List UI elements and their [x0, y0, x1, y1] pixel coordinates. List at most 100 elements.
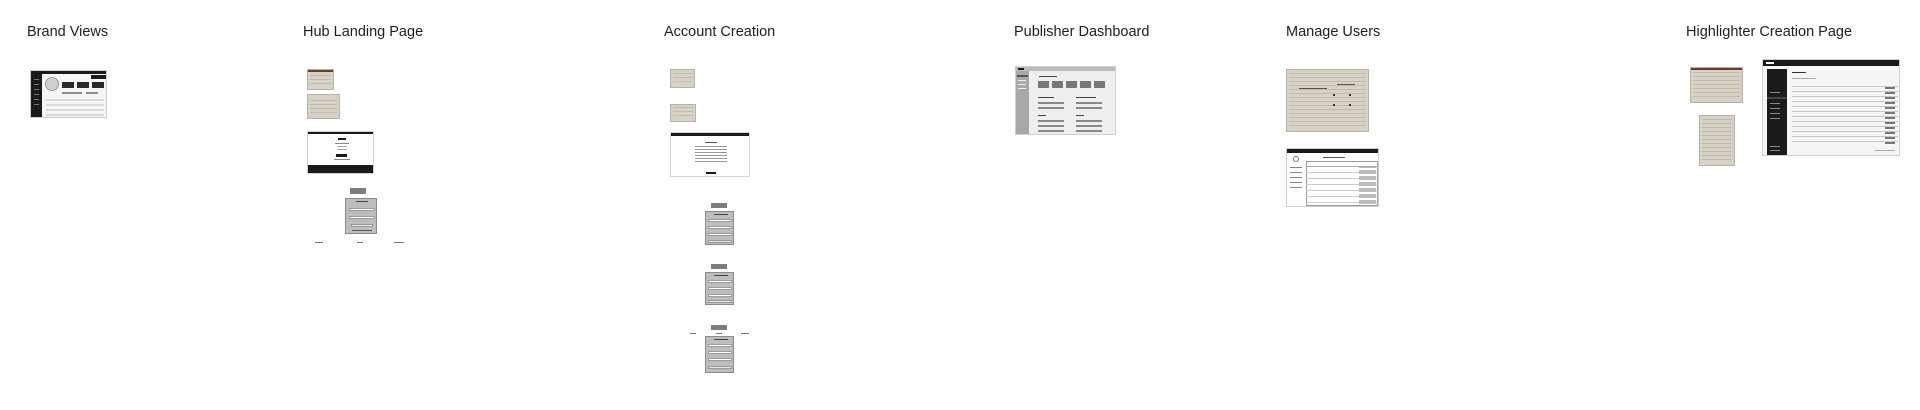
sidebar-item[interactable]	[1770, 92, 1780, 93]
login-form-frame[interactable]	[345, 198, 377, 234]
hero-text	[337, 149, 347, 150]
brand-dashboard-frame[interactable]	[30, 70, 107, 118]
flow-label	[711, 325, 727, 330]
sidebar-item[interactable]	[1290, 177, 1302, 178]
stat-tile	[1052, 81, 1063, 88]
flow-label	[711, 264, 727, 269]
landing-sketch-thumbnail[interactable]	[307, 69, 334, 90]
row-action-icons[interactable]	[1885, 84, 1895, 144]
input-field[interactable]	[708, 233, 732, 236]
sidebar-item	[34, 104, 39, 105]
sketch-border	[1691, 68, 1742, 70]
flow-note	[716, 333, 722, 334]
step-title	[714, 275, 728, 276]
input-field[interactable]	[349, 208, 375, 211]
list-row	[1038, 130, 1064, 132]
breadcrumb	[1792, 78, 1816, 79]
sidebar-footer-item[interactable]	[1770, 150, 1780, 151]
landing-sketch-thumbnail[interactable]	[307, 94, 340, 119]
step-title	[714, 339, 728, 340]
input-field[interactable]	[349, 216, 375, 219]
sidebar-item[interactable]	[1290, 172, 1302, 173]
section-title: Brand Views	[27, 24, 109, 40]
signup-step-frame[interactable]	[705, 336, 734, 373]
sidebar-item[interactable]	[1018, 88, 1026, 89]
input-field[interactable]	[708, 351, 732, 354]
sidebar-item[interactable]	[1770, 113, 1780, 114]
sketch-mark	[1333, 104, 1335, 106]
sketch-mark	[1349, 104, 1351, 106]
input-field[interactable]	[708, 287, 732, 290]
section-title: Account Creation	[664, 24, 776, 40]
flow-label	[350, 188, 366, 194]
submit-button[interactable]	[708, 366, 732, 369]
list-row	[1076, 130, 1102, 132]
signup-button[interactable]	[706, 172, 716, 174]
top-nav	[308, 132, 373, 134]
stat-card	[92, 82, 104, 88]
signup-step-frame[interactable]	[705, 272, 734, 305]
sidebar-item[interactable]	[1770, 103, 1780, 104]
sidebar-item-active[interactable]	[1767, 97, 1787, 99]
footer	[308, 165, 373, 173]
manage-users-frame[interactable]	[1286, 148, 1379, 207]
highlighter-sketch-thumbnail[interactable]	[1690, 67, 1743, 103]
next-button[interactable]	[708, 300, 732, 303]
submit-button[interactable]	[351, 224, 373, 227]
form-link	[352, 230, 372, 231]
list-row	[1038, 102, 1064, 104]
landing-page-frame[interactable]	[307, 131, 374, 174]
sidebar-item[interactable]	[1770, 118, 1780, 119]
stat-tile	[1038, 81, 1049, 88]
table-row	[46, 109, 104, 111]
sidebar-item[interactable]	[1290, 187, 1302, 188]
highlighter-sketch-thumbnail[interactable]	[1699, 115, 1735, 166]
login-flow-group	[315, 188, 405, 246]
section-title: Hub Landing Page	[303, 24, 424, 40]
list-row	[1076, 125, 1102, 127]
sidebar-item[interactable]	[1290, 182, 1302, 183]
row-action-buttons[interactable]	[1359, 167, 1376, 204]
publisher-dashboard-frame[interactable]	[1015, 66, 1116, 135]
sidebar-item	[34, 79, 39, 80]
signup-sketch-thumbnail[interactable]	[670, 104, 696, 122]
logo	[338, 138, 346, 140]
input-field[interactable]	[708, 219, 732, 222]
cta-button[interactable]	[336, 154, 347, 157]
signup-page-frame[interactable]	[670, 132, 750, 177]
manage-users-sketch[interactable]	[1286, 69, 1369, 132]
panel-heading	[1076, 115, 1084, 116]
sidebar-item[interactable]	[1770, 108, 1780, 109]
input-field[interactable]	[708, 226, 732, 229]
pagination[interactable]	[1875, 150, 1895, 151]
input-field[interactable]	[708, 344, 732, 347]
sidebar-item[interactable]	[1018, 80, 1026, 81]
table-row	[46, 99, 104, 101]
next-button[interactable]	[708, 240, 732, 243]
sidebar-item[interactable]	[1018, 84, 1026, 85]
sidebar-item-active[interactable]	[1017, 75, 1028, 77]
list-row	[1076, 120, 1102, 122]
signup-step-frame[interactable]	[705, 211, 734, 245]
form-title	[356, 201, 368, 202]
avatar	[45, 77, 59, 91]
list-row	[1038, 107, 1064, 109]
list-row	[1038, 125, 1064, 127]
flow-note	[357, 242, 363, 243]
top-nav	[1287, 149, 1378, 153]
sidebar-item[interactable]	[1290, 167, 1302, 168]
input-field[interactable]	[708, 294, 732, 297]
sketch-mark	[1333, 94, 1335, 96]
input-field[interactable]	[708, 280, 732, 283]
highlighter-page-frame[interactable]	[1762, 59, 1900, 156]
input-field[interactable]	[708, 358, 732, 361]
form-field	[695, 158, 727, 159]
list-row	[1076, 102, 1102, 104]
sketch-mark	[1299, 88, 1327, 89]
sidebar-footer-item[interactable]	[1770, 146, 1780, 147]
signup-sketch-thumbnail[interactable]	[670, 69, 695, 88]
summary-text	[62, 92, 82, 94]
form-field	[695, 155, 727, 156]
action-button[interactable]	[91, 75, 106, 79]
form-field	[695, 146, 727, 147]
